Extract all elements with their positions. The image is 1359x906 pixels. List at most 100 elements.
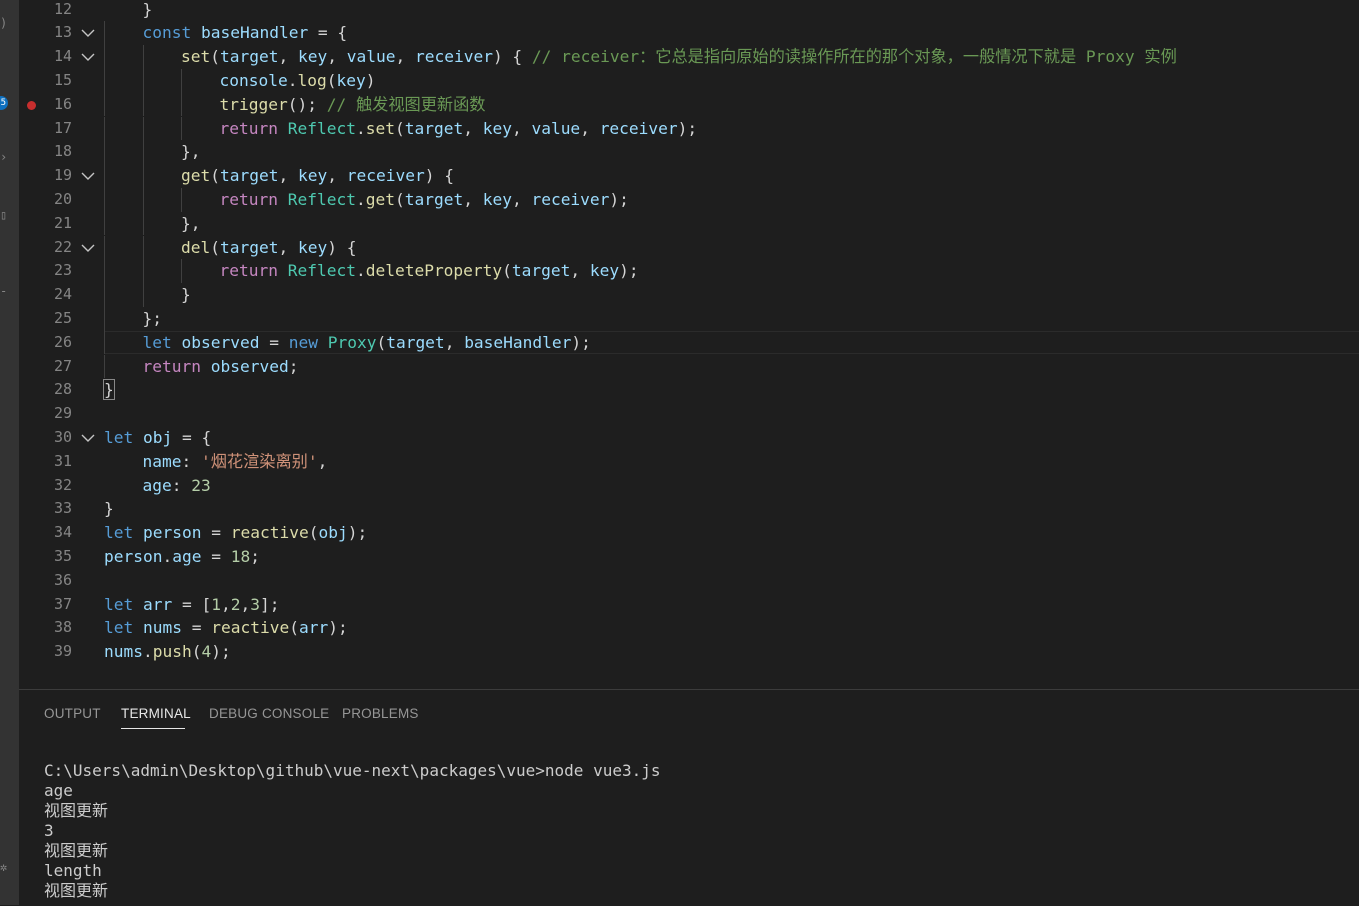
code-token: ( xyxy=(376,332,387,352)
code-token: , xyxy=(511,189,532,209)
code-line[interactable]: 19 get(target, key, receiver) { xyxy=(19,164,1359,188)
settings-icon[interactable]: ✲ xyxy=(0,860,10,874)
code-token: = xyxy=(201,523,231,543)
code-line[interactable]: 21}, xyxy=(19,211,1359,236)
indent-guide xyxy=(142,116,144,141)
code-token: ) { xyxy=(424,166,454,186)
code-token: = { xyxy=(172,427,212,447)
code-token: ( xyxy=(191,642,202,662)
tab-problems[interactable]: PROBLEMS xyxy=(342,706,419,721)
code-line[interactable]: 35 person.age = 18; xyxy=(19,545,1359,569)
indent-guide xyxy=(104,21,105,46)
code-line[interactable]: 27 return observed; xyxy=(19,354,1359,379)
code-token: ( xyxy=(210,237,220,257)
tab-terminal[interactable]: TERMINAL xyxy=(121,706,191,721)
tab-debug-console[interactable]: DEBUG CONSOLE xyxy=(209,706,329,721)
code-line[interactable]: 37 let arr = [1,2,3]; xyxy=(19,593,1359,617)
line-number: 14 xyxy=(53,47,72,66)
indent-guide xyxy=(104,283,105,307)
code-token: key xyxy=(297,166,328,186)
extensions-icon[interactable]: ▯ xyxy=(0,208,10,222)
code-token: , xyxy=(278,166,298,186)
code-token: arr xyxy=(143,594,173,614)
activity-bar: ) 5 › ▯ - ✲ xyxy=(0,0,19,905)
code-line[interactable]: 31 name: '烟花渲染离别', xyxy=(19,450,1359,474)
code-line[interactable]: 39 nums.push(4); xyxy=(19,640,1359,664)
code-line[interactable]: 26 let observed = new Proxy(target, baseH… xyxy=(19,330,1359,355)
code-line[interactable]: 33} xyxy=(19,497,1359,521)
indent-guide xyxy=(181,68,182,93)
code-token: ; xyxy=(250,546,260,566)
source-control-badge: 5 xyxy=(0,96,8,110)
chevron-down-icon[interactable] xyxy=(81,169,95,183)
code-line[interactable]: 20 return Reflect.get(target, key, receiv… xyxy=(19,187,1359,212)
line-number: 31 xyxy=(53,451,72,470)
code-line[interactable]: 32 age: 23 xyxy=(19,474,1359,498)
indent-guide xyxy=(104,45,105,69)
code-line[interactable]: 17 return Reflect.set(target, key, value,… xyxy=(19,116,1359,141)
code-editor[interactable]: 12} 13 const baseHandler = {14 set(target, … xyxy=(19,0,1359,689)
code-line[interactable]: 25}; xyxy=(19,306,1359,331)
chevron-down-icon[interactable] xyxy=(81,241,95,255)
code-token: // 触发视图更新函数 xyxy=(326,94,486,114)
code-line[interactable]: 34 let person = reactive(obj); xyxy=(19,521,1359,545)
code-text: } xyxy=(143,0,153,21)
code-line[interactable]: 30 let obj = { xyxy=(19,426,1359,450)
indent-guide xyxy=(104,187,105,212)
code-line[interactable]: 16 trigger(); // 触发视图更新函数 xyxy=(19,92,1359,117)
code-line[interactable]: 14 set(target, key, value, receiver) { //… xyxy=(19,45,1359,69)
code-token: ); xyxy=(571,332,591,352)
code-token: set xyxy=(181,47,211,67)
breakpoint-icon[interactable] xyxy=(27,100,36,110)
code-token: receiver xyxy=(531,189,610,209)
indent-guide xyxy=(142,92,144,117)
line-number: 36 xyxy=(53,570,72,589)
line-number: 17 xyxy=(53,118,72,137)
indent-guide xyxy=(142,140,144,165)
code-token: baseHandler xyxy=(464,332,572,352)
code-line[interactable]: 23 return Reflect.deleteProperty(target, … xyxy=(19,259,1359,284)
code-line[interactable]: 13 const baseHandler = { xyxy=(19,21,1359,46)
indent-guide xyxy=(104,92,105,117)
code-token: arr xyxy=(298,618,329,638)
code-token: const xyxy=(142,23,192,43)
code-text: console.log(key) xyxy=(220,69,376,93)
line-number: 27 xyxy=(53,356,72,375)
code-line[interactable]: 24} xyxy=(19,283,1359,307)
code-line[interactable]: 28} xyxy=(19,378,1359,402)
line-number: 20 xyxy=(53,189,72,208)
code-token: Reflect xyxy=(287,261,356,281)
code-line[interactable]: 29 xyxy=(19,402,1359,426)
code-token: nums xyxy=(143,618,182,638)
tab-output[interactable]: OUTPUT xyxy=(44,706,101,721)
chevron-down-icon[interactable] xyxy=(81,50,95,64)
line-number: 39 xyxy=(53,642,72,661)
code-token: let xyxy=(142,332,172,352)
code-text: let obj = { xyxy=(104,426,211,450)
indent-guide xyxy=(104,306,105,331)
code-text: return Reflect.deleteProperty(target, ke… xyxy=(220,259,639,283)
code-token: return xyxy=(219,261,278,281)
code-token: = { xyxy=(308,23,348,43)
code-text: get(target, key, receiver) { xyxy=(181,164,454,188)
files-icon[interactable]: ) xyxy=(0,16,10,30)
code-line[interactable]: 15 console.log(key) xyxy=(19,68,1359,93)
code-line[interactable]: 12} xyxy=(19,0,1359,21)
code-line[interactable]: 22 del(target, key) { xyxy=(19,235,1359,260)
code-token: 18 xyxy=(230,546,251,566)
indent-guide xyxy=(104,164,105,188)
code-token: , xyxy=(511,118,532,138)
code-token: key xyxy=(589,261,620,281)
remote-icon[interactable]: - xyxy=(0,284,10,298)
chevron-down-icon[interactable] xyxy=(81,26,95,40)
run-icon[interactable]: › xyxy=(0,150,10,164)
code-token: = xyxy=(259,332,289,352)
indent-guide xyxy=(142,187,144,212)
code-line[interactable]: 18}, xyxy=(19,140,1359,165)
code-line[interactable]: 36 xyxy=(19,569,1359,593)
indent-guide xyxy=(104,211,105,236)
chevron-down-icon[interactable] xyxy=(81,431,95,445)
code-line[interactable]: 38 let nums = reactive(arr); xyxy=(19,616,1359,640)
code-text: name: '烟花渲染离别', xyxy=(143,450,328,474)
